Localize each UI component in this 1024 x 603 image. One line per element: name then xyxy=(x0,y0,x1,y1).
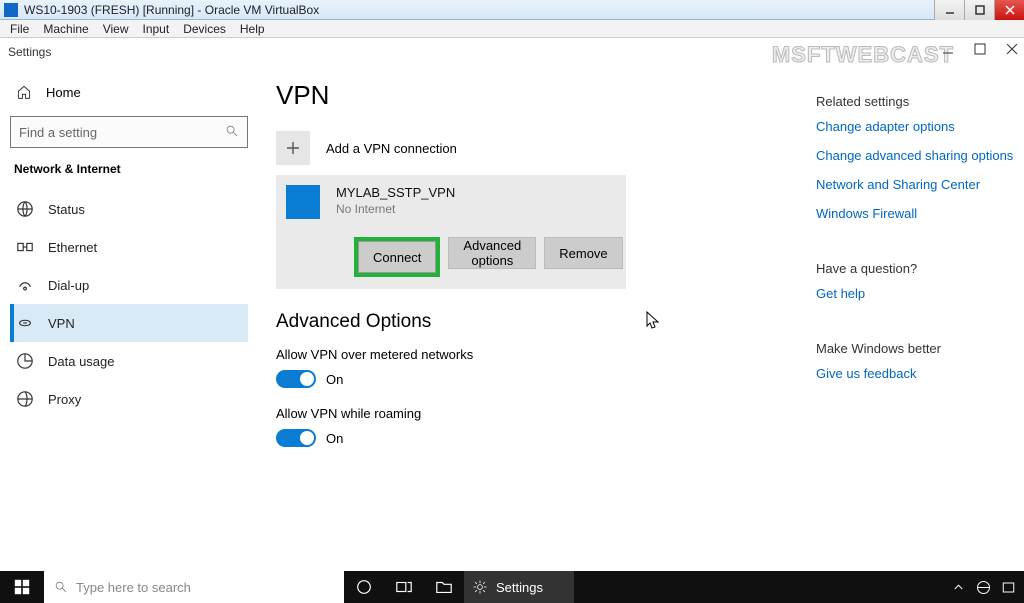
virtualbox-titlebar: WS10-1903 (FRESH) [Running] - Oracle VM … xyxy=(0,0,1024,20)
vpn-name: MYLAB_SSTP_VPN xyxy=(336,185,455,200)
sidebar-section-label: Network & Internet xyxy=(14,162,248,176)
taskbar-search[interactable]: Type here to search xyxy=(44,571,344,603)
file-explorer-icon[interactable] xyxy=(424,571,464,603)
vpn-connection-icon xyxy=(286,185,320,219)
close-button[interactable] xyxy=(994,0,1024,20)
related-settings-heading: Related settings xyxy=(816,94,1014,109)
chevron-up-icon xyxy=(951,580,966,595)
search-input[interactable]: Find a setting xyxy=(10,116,248,148)
proxy-icon xyxy=(16,390,34,408)
sidebar-item-proxy[interactable]: Proxy xyxy=(10,380,248,418)
menu-devices[interactable]: Devices xyxy=(177,22,232,36)
home-button[interactable]: Home xyxy=(10,74,248,110)
taskbar: Type here to search Settings xyxy=(0,571,1024,603)
plus-icon xyxy=(276,131,310,165)
data-usage-icon xyxy=(16,352,34,370)
link-windows-firewall[interactable]: Windows Firewall xyxy=(816,206,1014,221)
ethernet-icon xyxy=(16,238,34,256)
system-tray[interactable] xyxy=(951,580,1024,595)
network-icon xyxy=(976,580,991,595)
advanced-options-button[interactable]: Advanced options xyxy=(448,237,536,269)
link-get-help[interactable]: Get help xyxy=(816,286,1014,301)
settings-maximize-button[interactable] xyxy=(972,41,988,57)
connect-button[interactable]: Connect xyxy=(358,241,436,273)
question-heading: Have a question? xyxy=(816,261,1014,276)
sidebar-item-label: Dial-up xyxy=(48,278,89,293)
page-title: VPN xyxy=(276,80,798,111)
gear-icon xyxy=(472,579,488,595)
menu-input[interactable]: Input xyxy=(137,22,176,36)
sidebar-item-label: VPN xyxy=(48,316,75,331)
settings-titlebar: Settings MSFTWEBCAST xyxy=(0,38,1024,66)
search-placeholder: Find a setting xyxy=(19,125,97,140)
virtualbox-title: WS10-1903 (FRESH) [Running] - Oracle VM … xyxy=(24,3,319,17)
sidebar-item-label: Proxy xyxy=(48,392,81,407)
sidebar-item-datausage[interactable]: Data usage xyxy=(10,342,248,380)
watermark-text: MSFTWEBCAST xyxy=(772,42,954,68)
settings-close-button[interactable] xyxy=(1004,41,1020,57)
globe-icon xyxy=(16,200,34,218)
taskbar-search-placeholder: Type here to search xyxy=(76,580,191,595)
link-change-adapter[interactable]: Change adapter options xyxy=(816,119,1014,134)
remove-button[interactable]: Remove xyxy=(544,237,622,269)
maximize-button[interactable] xyxy=(964,0,994,20)
sidebar-item-ethernet[interactable]: Ethernet xyxy=(10,228,248,266)
sidebar-item-label: Status xyxy=(48,202,85,217)
link-feedback[interactable]: Give us feedback xyxy=(816,366,1014,381)
settings-sidebar: Home Find a setting Network & Internet S… xyxy=(0,66,258,571)
search-icon xyxy=(54,580,68,594)
taskview-icon[interactable] xyxy=(384,571,424,603)
menu-file[interactable]: File xyxy=(4,22,35,36)
sidebar-item-label: Data usage xyxy=(48,354,115,369)
roaming-label: Allow VPN while roaming xyxy=(276,406,798,421)
start-button[interactable] xyxy=(0,571,44,603)
vpn-status: No Internet xyxy=(336,202,455,216)
settings-app-title: Settings xyxy=(8,45,51,59)
notifications-icon xyxy=(1001,580,1016,595)
settings-main: VPN Add a VPN connection MYLAB_SSTP_VPN … xyxy=(258,66,816,571)
sidebar-item-label: Ethernet xyxy=(48,240,97,255)
home-icon xyxy=(16,84,32,100)
settings-minimize-button[interactable] xyxy=(940,41,956,57)
metered-network-toggle[interactable] xyxy=(276,370,316,388)
roaming-toggle[interactable] xyxy=(276,429,316,447)
menu-view[interactable]: View xyxy=(97,22,135,36)
related-panel: Related settings Change adapter options … xyxy=(816,66,1024,571)
sidebar-item-dialup[interactable]: Dial-up xyxy=(10,266,248,304)
sidebar-item-vpn[interactable]: VPN xyxy=(10,304,248,342)
better-heading: Make Windows better xyxy=(816,341,1014,356)
roaming-state: On xyxy=(326,431,343,446)
metered-network-label: Allow VPN over metered networks xyxy=(276,347,798,362)
taskbar-settings-label: Settings xyxy=(496,580,543,595)
add-vpn-row[interactable]: Add a VPN connection xyxy=(276,131,626,165)
virtualbox-menubar: File Machine View Input Devices Help xyxy=(0,20,1024,38)
minimize-button[interactable] xyxy=(934,0,964,20)
menu-help[interactable]: Help xyxy=(234,22,271,36)
dialup-icon xyxy=(16,276,34,294)
link-network-sharing-center[interactable]: Network and Sharing Center xyxy=(816,177,1014,192)
link-advanced-sharing[interactable]: Change advanced sharing options xyxy=(816,148,1014,163)
taskbar-settings-app[interactable]: Settings xyxy=(464,571,574,603)
virtualbox-icon xyxy=(4,3,18,17)
search-icon xyxy=(225,124,239,141)
vpn-connection-card[interactable]: MYLAB_SSTP_VPN No Internet Connect Advan… xyxy=(276,175,626,289)
vpn-icon xyxy=(16,314,34,332)
add-vpn-label: Add a VPN connection xyxy=(326,141,457,156)
highlight-box: Connect xyxy=(354,237,440,277)
advanced-options-heading: Advanced Options xyxy=(276,311,798,333)
sidebar-item-status[interactable]: Status xyxy=(10,190,248,228)
menu-machine[interactable]: Machine xyxy=(37,22,94,36)
metered-network-state: On xyxy=(326,372,343,387)
home-label: Home xyxy=(46,85,81,100)
cortana-icon[interactable] xyxy=(344,571,384,603)
